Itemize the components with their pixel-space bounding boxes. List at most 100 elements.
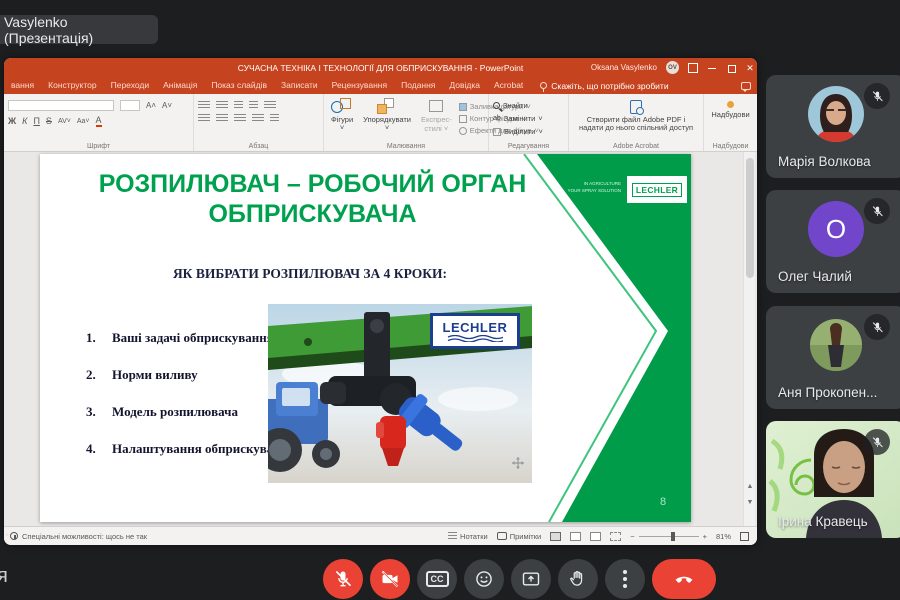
underline-button[interactable]: П [33, 116, 39, 126]
tab-view[interactable]: Подання [394, 77, 442, 94]
justify-icon[interactable] [252, 114, 264, 123]
more-options-button[interactable] [605, 559, 645, 599]
align-left-icon[interactable] [198, 114, 210, 123]
ppt-account-name[interactable]: Oksana Vasylenko [591, 63, 657, 72]
zoom-level[interactable]: 81% [716, 532, 731, 541]
font-color-button[interactable]: А [96, 115, 102, 127]
zoom-track[interactable] [639, 536, 699, 537]
close-icon[interactable]: ✕ [745, 63, 755, 73]
tab-slideshow[interactable]: Показ слайдів [204, 77, 274, 94]
quick-styles-icon [429, 100, 443, 112]
raise-hand-button[interactable] [558, 559, 598, 599]
comments-toggle-button[interactable]: Примітки [497, 532, 541, 541]
bold-button[interactable]: Ж [8, 116, 16, 126]
mic-toggle-button[interactable] [323, 559, 363, 599]
participant-name: Аня Прокопен... [778, 385, 877, 400]
participant-name: Олег Чалий [778, 269, 852, 284]
ppt-ribbon: A˄ A˅ Ж К П S AV˅ Aa˅ А Шрифт [4, 94, 757, 152]
replace-button[interactable]: abЗамінити ˅ [493, 113, 564, 124]
mic-off-icon [871, 90, 884, 103]
ppt-ribbon-tabs: вання Конструктор Переходи Анімація Пока… [4, 77, 757, 94]
arrange-button[interactable]: Упорядкувати˅ [360, 98, 414, 139]
lechler-tagline: IN AGRICULTURE YOUR SPRAY SOLUTION [568, 181, 621, 195]
shapes-button[interactable]: Фігури˅ [328, 98, 356, 139]
font-name-input[interactable] [8, 100, 114, 111]
grow-font-icon[interactable]: A˄ [146, 101, 156, 110]
camera-toggle-button[interactable] [370, 559, 410, 599]
find-button[interactable]: Знайти [493, 100, 564, 111]
slide[interactable]: IN AGRICULTURE YOUR SPRAY SOLUTION LECHL… [40, 154, 691, 522]
tab-acrobat[interactable]: Acrobat [487, 77, 530, 94]
vertical-scrollbar[interactable]: ▲ ▼ [743, 152, 755, 526]
slide-page-number: 8 [660, 496, 666, 508]
reactions-button[interactable] [464, 559, 504, 599]
accessibility-status[interactable]: Спеціальні можливості: щось не так [4, 532, 147, 541]
avatar [810, 319, 862, 371]
comments-icon[interactable] [741, 82, 751, 90]
tab-review[interactable]: Рецензування [325, 77, 394, 94]
font-size-input[interactable] [120, 100, 140, 111]
zoom-in-icon[interactable]: + [703, 532, 707, 541]
tab-drawing-partial[interactable]: вання [4, 77, 41, 94]
ribbon-group-drawing: Фігури˅ Упорядкувати˅ Експрес-стилі ˅ За… [324, 94, 489, 151]
tab-help[interactable]: Довідка [442, 77, 487, 94]
ppt-titlebar: СУЧАСНА ТЕХНІКА І ТЕХНОЛОГІЇ ДЛЯ ОБПРИСК… [4, 58, 757, 77]
slideshow-view-icon[interactable] [610, 532, 621, 541]
end-call-button[interactable] [652, 559, 716, 599]
tab-record[interactable]: Записати [274, 77, 325, 94]
meet-toolbar: CC [323, 559, 716, 599]
align-center-icon[interactable] [216, 114, 228, 123]
char-spacing-icon[interactable]: AV˅ [58, 118, 71, 125]
minimize-icon[interactable] [707, 63, 717, 73]
slide-subtitle[interactable]: ЯК ВИБРАТИ РОЗПИЛЮВАЧ ЗА 4 КРОКИ: [100, 266, 520, 282]
group-label-paragraph: Абзац [194, 143, 323, 150]
participant-tile-iryna[interactable]: Ірина Кравець [766, 421, 900, 538]
nozzle-photo[interactable]: LECHLER [268, 304, 532, 483]
participant-name: Марія Волкова [778, 154, 871, 169]
present-button[interactable] [511, 559, 551, 599]
notes-button[interactable]: Нотатки [448, 532, 488, 541]
normal-view-icon[interactable] [550, 532, 561, 541]
ribbon-display-options-icon[interactable] [688, 63, 698, 73]
next-slide-icon[interactable]: ▼ [744, 496, 756, 510]
italic-button[interactable]: К [22, 116, 27, 126]
quick-styles-button[interactable]: Експрес-стилі ˅ [418, 98, 455, 139]
participant-tile-oleh[interactable]: О Олег Чалий [766, 190, 900, 293]
ribbon-group-acrobat: Створити файл Adobe PDF і надати до ньог… [569, 94, 704, 151]
line-spacing-icon[interactable] [264, 101, 276, 110]
tab-animations[interactable]: Анімація [156, 77, 204, 94]
bullets-icon[interactable] [198, 101, 210, 110]
zoom-out-icon[interactable]: − [630, 532, 634, 541]
indent-decrease-icon[interactable] [234, 101, 243, 110]
shrink-font-icon[interactable]: A˅ [162, 101, 172, 110]
ppt-account-avatar[interactable]: OV [666, 61, 679, 74]
slide-sorter-view-icon[interactable] [570, 532, 581, 541]
captions-button[interactable]: CC [417, 559, 457, 599]
participant-tile-anya[interactable]: Аня Прокопен... [766, 306, 900, 409]
tell-me-box[interactable]: Скажіть, що потрібно зробити [530, 81, 668, 91]
participant-tile-maria[interactable]: Марія Волкова [766, 75, 900, 178]
zoom-thumb[interactable] [671, 532, 675, 541]
scrollbar-thumb[interactable] [746, 158, 754, 278]
create-pdf-button[interactable]: Створити файл Adobe PDF і надати до ньог… [573, 98, 699, 133]
numbering-icon[interactable] [216, 101, 228, 110]
align-right-icon[interactable] [234, 114, 246, 123]
columns-icon[interactable] [270, 114, 279, 123]
zoom-slider[interactable]: − + [630, 532, 707, 541]
slide-list[interactable]: 1.Ваші задачі обприскування 2.Норми вили… [86, 330, 287, 478]
change-case-icon[interactable]: Aa˅ [77, 118, 90, 125]
reading-view-icon[interactable] [590, 532, 601, 541]
lechler-photo-logo: LECHLER [430, 313, 520, 349]
slide-title[interactable]: РОЗПИЛЮВАЧ – РОБОЧИЙ ОРГАН ОБПРИСКУВАЧА [60, 170, 565, 229]
captions-icon: CC [426, 571, 449, 587]
strikethrough-button[interactable]: S [46, 116, 52, 126]
restore-icon[interactable] [726, 63, 736, 73]
select-button[interactable]: Виділити ˅ [493, 126, 564, 137]
addins-button[interactable]: Надбудови [708, 101, 753, 119]
previous-slide-icon[interactable]: ▲ [744, 480, 756, 494]
fit-slide-icon[interactable] [740, 532, 749, 541]
camera-off-icon [380, 569, 400, 589]
tab-transitions[interactable]: Переходи [104, 77, 157, 94]
indent-increase-icon[interactable] [249, 101, 258, 110]
tab-design[interactable]: Конструктор [41, 77, 103, 94]
